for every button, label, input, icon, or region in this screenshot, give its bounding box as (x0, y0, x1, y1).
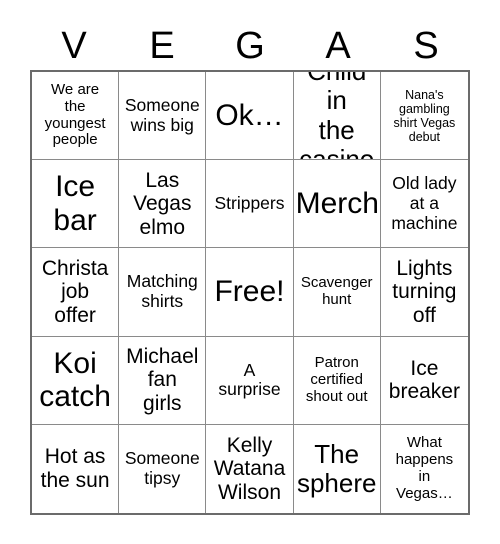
header-letter-v: V (61, 25, 87, 67)
header-letter-s: S (413, 25, 439, 67)
bingo-cell-label: We are the youngest people (44, 81, 106, 149)
bingo-cell-r1-c2[interactable]: Someone wins big (119, 72, 207, 161)
bingo-cell-label: What happens in Vegas… (395, 434, 454, 502)
bingo-cell-label: Las Vegas elmo (133, 168, 192, 239)
bingo-cell-r3-c4[interactable]: Scavenger hunt (293, 248, 381, 337)
bingo-cell-label: Old lady at a machine (391, 173, 458, 233)
bingo-cell-label: Someone wins big (124, 95, 200, 135)
bingo-cell-label: A surprise (218, 359, 281, 400)
bingo-cell-r4-c2[interactable]: Michael fan girls (119, 336, 207, 425)
bingo-cell-r1-c5[interactable]: Nana's gambling shirt Vegas debut (380, 72, 468, 161)
header-letter-g: G (235, 25, 265, 67)
bingo-cell-r5-c4[interactable]: The sphere (294, 424, 381, 513)
bingo-card: V E G A S We are the youngest people Some… (0, 0, 500, 544)
bingo-cell-label: Strippers (214, 192, 285, 213)
bingo-cell-r1-c1[interactable]: We are the youngest people (32, 72, 120, 161)
bingo-cell-label: Ok… (215, 98, 284, 132)
bingo-cell-label: Michael fan girls (126, 344, 199, 415)
header-letter-a: A (325, 25, 351, 67)
bingo-cell-label: Christa job offer (41, 256, 109, 327)
bingo-cell-r3-c1[interactable]: Christa job offer (32, 248, 120, 337)
bingo-cell-r5-c1[interactable]: Hot as the sun (32, 424, 120, 513)
bingo-cell-label: Hot as the sun (40, 445, 110, 492)
bingo-cell-label: Patron certified shout out (305, 354, 368, 405)
bingo-cell-label: Nana's gambling shirt Vegas debut (393, 87, 456, 144)
bingo-cell-label: Merch (295, 186, 379, 220)
bingo-cell-label: Ice breaker (388, 356, 460, 404)
bingo-cell-r1-c4[interactable]: Child in the casino (293, 72, 381, 161)
bingo-cell-r4-c3[interactable]: A surprise (206, 336, 294, 425)
bingo-cell-label: Matching shirts (126, 271, 198, 311)
bingo-cell-label: Kelly Watana Wilson (213, 433, 286, 504)
bingo-grid: We are the youngest people Someone wins b… (30, 70, 470, 515)
bingo-cell-label: Someone tipsy (124, 448, 200, 488)
bingo-cell-r4-c1[interactable]: Koi catch (32, 336, 120, 425)
bingo-cell-r2-c2[interactable]: Las Vegas elmo (119, 160, 207, 249)
bingo-cell-label: Koi catch (39, 346, 111, 414)
bingo-cell-label: The sphere (296, 438, 377, 498)
bingo-cell-r3-c2[interactable]: Matching shirts (119, 248, 207, 337)
bingo-cell-r5-c5[interactable]: What happens in Vegas… (381, 425, 468, 513)
bingo-cell-label: Free! (214, 275, 285, 309)
bingo-cell-label: Child in the casino (299, 72, 375, 161)
bingo-cell-r3-c3[interactable]: Free! (206, 248, 294, 337)
bingo-cell-r3-c5[interactable]: Lights turning off (380, 248, 468, 337)
bingo-header: V E G A S (30, 22, 470, 70)
bingo-cell-r2-c1[interactable]: Ice bar (32, 160, 120, 249)
bingo-cell-r5-c2[interactable]: Someone tipsy (119, 424, 207, 513)
bingo-cell-r2-c3[interactable]: Strippers (206, 160, 294, 249)
bingo-cell-label: Ice bar (53, 170, 97, 237)
bingo-cell-r2-c4[interactable]: Merch (293, 160, 381, 249)
header-letter-e: E (149, 25, 175, 67)
bingo-cell-label: Scavenger hunt (300, 274, 373, 308)
bingo-cell-r1-c3[interactable]: Ok… (206, 72, 294, 161)
bingo-cell-r5-c3[interactable]: Kelly Watana Wilson (206, 424, 294, 513)
bingo-cell-r4-c4[interactable]: Patron certified shout out (293, 336, 381, 425)
bingo-cell-r2-c5[interactable]: Old lady at a machine (380, 160, 468, 249)
bingo-cell-r4-c5[interactable]: Ice breaker (380, 337, 468, 425)
bingo-cell-label: Lights turning off (392, 256, 457, 327)
